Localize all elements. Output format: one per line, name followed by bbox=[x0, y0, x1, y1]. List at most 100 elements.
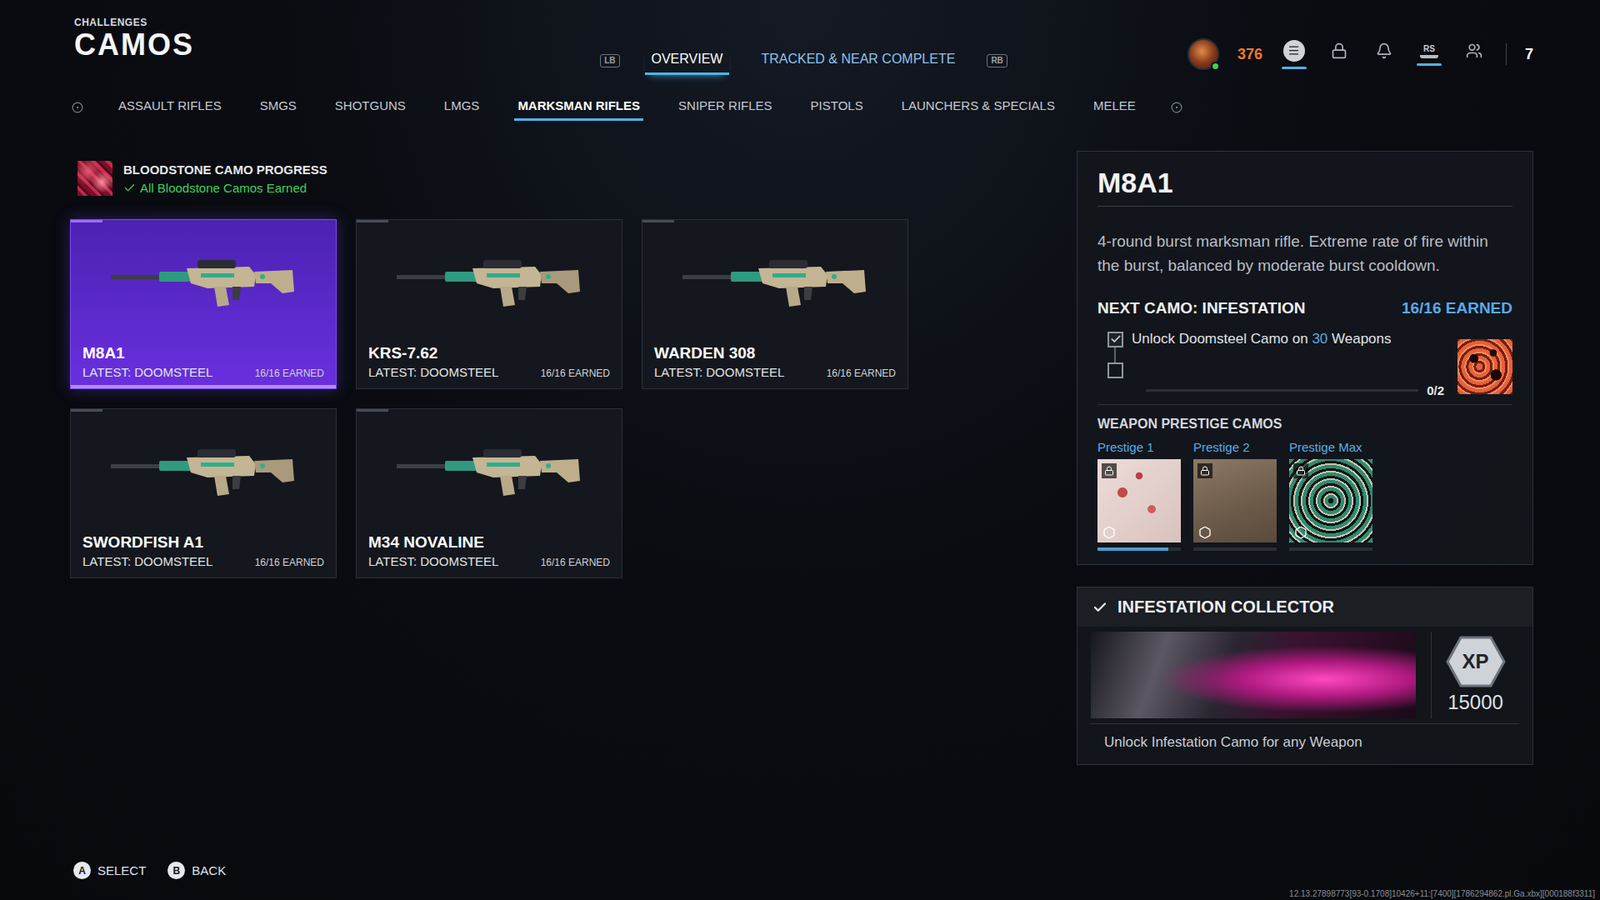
category-tab[interactable]: LAUNCHERS & SPECIALS bbox=[898, 93, 1059, 121]
status-icon-slot[interactable]: RS bbox=[1415, 43, 1443, 66]
card-progress-line bbox=[70, 220, 103, 223]
player-avatar[interactable] bbox=[1187, 38, 1220, 70]
section-label: CHALLENGES bbox=[74, 16, 600, 29]
challenge-row bbox=[1107, 362, 1445, 379]
weapon-grid: M8A1LATEST: DOOMSTEEL16/16 EARNEDKRS-7.6… bbox=[70, 219, 912, 579]
prestige-label: Prestige Max bbox=[1289, 440, 1373, 455]
category-tab[interactable]: MARKSMAN RIFLES bbox=[514, 93, 644, 121]
prestige-fill bbox=[1097, 547, 1169, 551]
hint-key: A bbox=[73, 861, 91, 880]
progress-reading: 0/2 bbox=[1426, 383, 1445, 398]
category-tabs: ASSAULT RIFLES SMGS SHOTGUNS LMGS MARKSMAN R… bbox=[0, 93, 1600, 121]
bell-icon[interactable] bbox=[1375, 42, 1393, 60]
menu-lines-icon bbox=[1287, 44, 1300, 57]
xp-badge-text: XP bbox=[1461, 650, 1489, 674]
card-progress-line bbox=[70, 409, 103, 412]
challenge-checkbox bbox=[1107, 331, 1124, 348]
prestige-emblem-icon bbox=[1102, 525, 1116, 540]
prestige-emblem-icon bbox=[1294, 525, 1308, 540]
lock-icon[interactable] bbox=[1330, 42, 1348, 60]
prestige-camo[interactable]: Prestige 1 bbox=[1097, 440, 1181, 551]
button-hint[interactable]: ASELECT bbox=[73, 861, 146, 880]
category-tab[interactable]: SHOTGUNS bbox=[331, 93, 410, 121]
weapon-image bbox=[82, 411, 325, 534]
category-tab[interactable]: SNIPER RIFLES bbox=[675, 93, 776, 121]
selection-bar bbox=[642, 385, 908, 389]
bloodstone-swatch bbox=[77, 160, 113, 196]
challenge-progress: 0/2 bbox=[1145, 383, 1445, 398]
earned-count: 16/16 EARNED bbox=[255, 556, 325, 569]
challenge-connector bbox=[1114, 347, 1116, 363]
weapon-title: M8A1 bbox=[1097, 166, 1513, 207]
active-underline bbox=[1281, 66, 1307, 70]
weapon-card[interactable]: KRS-7.62LATEST: DOOMSTEEL16/16 EARNED bbox=[355, 219, 623, 390]
category-tab[interactable]: PISTOLS bbox=[807, 93, 867, 121]
weapon-card[interactable]: M8A1LATEST: DOOMSTEEL16/16 EARNED bbox=[70, 219, 337, 390]
category-tab[interactable]: MELEE bbox=[1090, 93, 1140, 121]
category-tab[interactable]: SMGS bbox=[256, 93, 300, 121]
active-underline bbox=[1416, 63, 1442, 66]
weapon-card[interactable]: M34 NOVALINELATEST: DOOMSTEEL16/16 EARNE… bbox=[355, 408, 623, 579]
collector-image bbox=[1090, 631, 1416, 719]
challenge-text: Unlock Doomsteel Camo on 30 Weapons bbox=[1131, 330, 1392, 348]
lock-icon bbox=[1104, 465, 1115, 476]
weapon-info: LATEST: DOOMSTEEL16/16 EARNED bbox=[368, 365, 610, 380]
status-bar: 376RS7 bbox=[1007, 38, 1534, 70]
collector-title: INFESTATION COLLECTOR bbox=[1117, 597, 1335, 617]
next-key[interactable]: RB bbox=[986, 54, 1007, 68]
check-icon bbox=[1092, 600, 1108, 615]
weapon-list: BLOODSTONE CAMO PROGRESS All Bloodstone C… bbox=[70, 150, 912, 579]
button-hints: ASELECT BBACK bbox=[73, 861, 1600, 880]
online-dot bbox=[1210, 61, 1220, 71]
prestige-emblem-icon bbox=[1198, 525, 1212, 540]
stick-button[interactable]: RS bbox=[1420, 43, 1439, 59]
selection-bar bbox=[356, 385, 622, 389]
status-icon-slot[interactable] bbox=[1280, 40, 1308, 70]
divider bbox=[1505, 43, 1507, 65]
card-progress-line bbox=[356, 409, 389, 412]
rifle-icon bbox=[393, 439, 585, 506]
check-icon bbox=[123, 181, 136, 195]
prev-category-icon[interactable] bbox=[71, 101, 84, 114]
build-string: 12.13.27898773[93-0.1708]10426+11:[7400]… bbox=[1289, 879, 1600, 899]
next-camo-row: NEXT CAMO: INFESTATION16/16 EARNED bbox=[1097, 299, 1513, 318]
status-icon-slot[interactable] bbox=[1325, 42, 1353, 67]
category-tab[interactable]: ASSAULT RIFLES bbox=[115, 93, 225, 121]
next-category-icon[interactable] bbox=[1170, 101, 1183, 114]
camos-screen: CHALLENGESCAMOSLBOVERVIEWTRACKED & NEAR … bbox=[0, 0, 1600, 900]
xp-value: 15000 bbox=[1447, 690, 1504, 715]
progress-status: All Bloodstone Camos Earned bbox=[123, 180, 328, 195]
weapon-info: LATEST: DOOMSTEEL16/16 EARNED bbox=[368, 554, 610, 569]
collector-header: INFESTATION COLLECTOR bbox=[1077, 587, 1533, 627]
latest-camo: LATEST: DOOMSTEEL bbox=[82, 365, 213, 380]
prestige-camo[interactable]: Prestige 2 bbox=[1193, 440, 1277, 551]
party-icon[interactable] bbox=[1465, 42, 1483, 60]
prestige-track bbox=[1193, 547, 1277, 551]
weapon-info: LATEST: DOOMSTEEL16/16 EARNED bbox=[654, 365, 896, 380]
weapon-card[interactable]: SWORDFISH A1LATEST: DOOMSTEEL16/16 EARNE… bbox=[70, 408, 337, 579]
collector-panel: INFESTATION COLLECTORXP15000Unlock Infes… bbox=[1076, 586, 1534, 765]
weapon-image bbox=[654, 222, 896, 345]
menu-icon[interactable] bbox=[1283, 40, 1305, 62]
xp-badge: XP bbox=[1442, 635, 1510, 688]
hint-key: B bbox=[167, 861, 185, 880]
category-tab[interactable]: LMGS bbox=[440, 93, 484, 121]
button-hint[interactable]: BBACK bbox=[167, 861, 226, 880]
progress-title: BLOODSTONE CAMO PROGRESS bbox=[123, 162, 328, 177]
status-icon-slot[interactable] bbox=[1370, 42, 1398, 67]
weapon-card[interactable]: WARDEN 308LATEST: DOOMSTEEL16/16 EARNED bbox=[641, 219, 909, 390]
challenge-count: 30 bbox=[1311, 330, 1328, 347]
latest-camo: LATEST: DOOMSTEEL bbox=[368, 554, 499, 569]
latest-camo: LATEST: DOOMSTEEL bbox=[654, 365, 785, 380]
status-icon-slot[interactable] bbox=[1460, 42, 1488, 67]
camo-progress: BLOODSTONE CAMO PROGRESS All Bloodstone C… bbox=[77, 160, 912, 196]
nav-tab[interactable]: TRACKED & NEAR COMPLETE bbox=[754, 46, 962, 75]
prestige-emblem bbox=[1294, 525, 1308, 540]
nav-tab[interactable]: OVERVIEW bbox=[645, 46, 730, 75]
prev-key[interactable]: LB bbox=[600, 54, 620, 68]
rifle-icon bbox=[107, 250, 300, 317]
prestige-camo[interactable]: Prestige Max bbox=[1289, 440, 1373, 551]
weapon-info: LATEST: DOOMSTEEL16/16 EARNED bbox=[82, 365, 325, 380]
